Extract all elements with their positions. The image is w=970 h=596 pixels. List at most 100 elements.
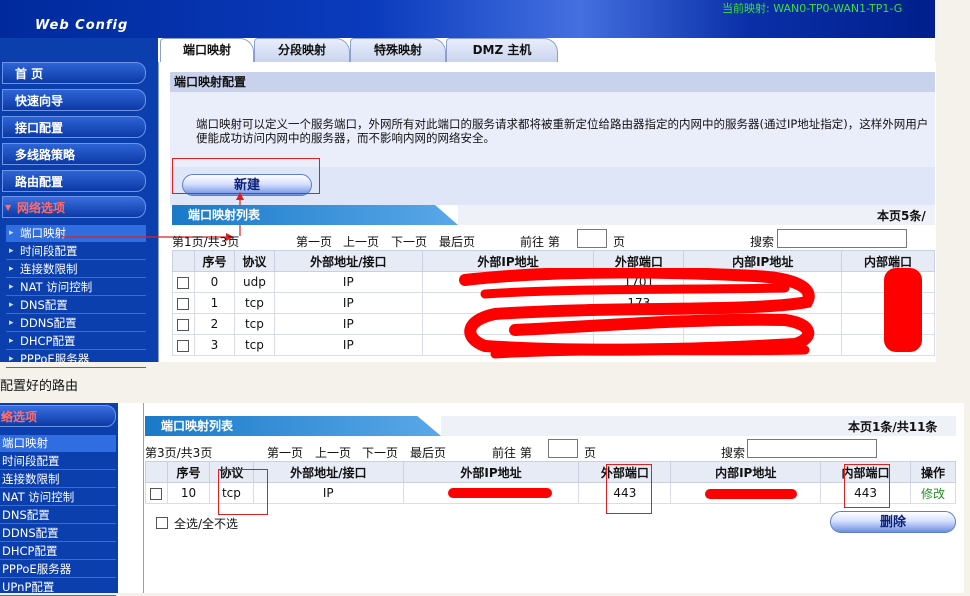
nav-routing-config[interactable]: 路由配置 — [2, 170, 146, 192]
cell-protocol: tcp — [233, 334, 275, 356]
col-number: 序号 — [193, 250, 235, 272]
row-checkbox[interactable] — [177, 297, 190, 310]
delete-button[interactable]: 删除 — [830, 511, 956, 533]
highlight-box-new — [172, 158, 320, 194]
pager-first-bottom[interactable]: 第一页 — [267, 444, 303, 461]
nav-interface-config[interactable]: 接口配置 — [2, 116, 146, 138]
subnav-nat-access[interactable]: NAT 访问控制 — [6, 279, 146, 296]
col-select — [145, 461, 168, 483]
cell-number: 2 — [193, 313, 235, 335]
tab-bar: 端口映射 分段映射 特殊映射 DMZ 主机 — [158, 38, 935, 62]
search-label: 搜索 — [750, 235, 775, 249]
cell-number: 10 — [166, 482, 210, 504]
nav-home[interactable]: 首 页 — [2, 62, 146, 84]
cell-number: 1 — [193, 292, 235, 314]
subnav-time-config-bottom[interactable]: 时间段配置 — [0, 453, 116, 470]
description-text: 端口映射可以定义一个服务端口，外网所有对此端口的服务请求都将被重新定位给路由器指… — [196, 117, 929, 145]
subnav-pppoe-bottom[interactable]: PPPoE服务器 — [0, 561, 116, 578]
subnav-dhcp[interactable]: DHCP配置 — [6, 333, 146, 350]
cell-ext-iface: IP — [273, 313, 423, 335]
nav-network-options-bottom[interactable]: 络选项 — [0, 405, 116, 428]
subnav-conn-limit-bottom[interactable]: 连接数限制 — [0, 471, 116, 488]
search-input-bottom[interactable] — [747, 439, 877, 458]
cell-protocol: tcp — [233, 313, 275, 335]
status-banner: 当前映射: WAN0-TP0-WAN1-TP1-G — [722, 2, 903, 15]
config-section-title: 端口映射配置 — [170, 72, 935, 92]
subnav-dns[interactable]: DNS配置 — [6, 297, 146, 314]
list-title-fill — [458, 205, 935, 225]
cell-number: 3 — [193, 334, 235, 356]
pager-last-bottom[interactable]: 最后页 — [410, 444, 446, 461]
select-all-label: 全选/全不选 — [174, 517, 239, 531]
pager-next[interactable]: 下一页 — [391, 233, 427, 250]
cell-ext-iface: IP — [273, 271, 423, 293]
page-number-input-bottom[interactable] — [548, 439, 578, 458]
cell-ext-iface: IP — [252, 482, 404, 504]
tab-segment-mapping[interactable]: 分段映射 — [254, 38, 350, 62]
cell-number: 0 — [193, 271, 235, 293]
arrow-head-up — [236, 192, 244, 200]
subnav-dhcp-bottom[interactable]: DHCP配置 — [0, 543, 116, 560]
pager-prev-bottom[interactable]: 上一页 — [315, 444, 351, 461]
redaction-int-ip — [705, 489, 797, 499]
search-label-bottom: 搜索 — [721, 446, 746, 460]
pager-page-unit: 页 — [613, 235, 626, 249]
cell-ext-iface: IP — [273, 334, 423, 356]
cell-protocol: udp — [233, 271, 275, 293]
pager-goto-label-bottom: 前往 第 — [492, 446, 532, 460]
col-protocol: 协议 — [233, 250, 275, 272]
redaction-scribble — [459, 268, 815, 359]
pager-last[interactable]: 最后页 — [439, 233, 475, 250]
subnav-ddns[interactable]: DDNS配置 — [6, 315, 146, 332]
page-number-input[interactable] — [577, 229, 607, 248]
cell-ext-iface: IP — [273, 292, 423, 314]
redaction-ext-ip — [448, 488, 552, 498]
col-action: 操作 — [910, 461, 956, 483]
highlight-box-int-port — [844, 464, 890, 508]
page-count: 本页5条/ — [877, 209, 926, 223]
subnav-upnp-bottom[interactable]: UPnP配置 — [0, 579, 116, 596]
col-number: 序号 — [166, 461, 210, 483]
nav-multiline-policy[interactable]: 多线路策略 — [2, 143, 146, 165]
col-ext-ip: 外部IP地址 — [402, 461, 580, 483]
page-count-bottom: 本页1条/共11条 — [848, 420, 938, 434]
cell-protocol: tcp — [233, 292, 275, 314]
pager-goto-label: 前往 第 — [520, 235, 560, 249]
subnav-dns-bottom[interactable]: DNS配置 — [0, 507, 116, 524]
redaction-block-int-port — [884, 268, 922, 352]
caption-text: 配置好的路由 — [0, 379, 79, 394]
subnav-port-mapping-bottom[interactable]: 端口映射 — [0, 435, 116, 452]
pager-next-bottom[interactable]: 下一页 — [362, 444, 398, 461]
col-int-ip: 内部IP地址 — [670, 461, 822, 483]
subnav-nat-access-bottom[interactable]: NAT 访问控制 — [0, 489, 116, 506]
row-checkbox[interactable] — [150, 487, 163, 500]
row-checkbox[interactable] — [177, 318, 190, 331]
pager-first[interactable]: 第一页 — [296, 233, 332, 250]
row-checkbox[interactable] — [177, 276, 190, 289]
highlight-box-ext-port — [606, 464, 652, 514]
subnav-conn-limit[interactable]: 连接数限制 — [6, 261, 146, 278]
subnav-pppoe[interactable]: PPPoE服务器 — [6, 351, 146, 368]
col-int-port: 内部端口 — [841, 250, 935, 272]
list-title-bar-bottom: 端口映射列表 — [145, 416, 441, 436]
tab-port-mapping[interactable]: 端口映射 — [160, 38, 254, 62]
pager-info: 第1页/共3页 — [172, 235, 240, 249]
col-ext-iface: 外部地址/接口 — [252, 461, 404, 483]
brand-logo: Web Config — [35, 18, 129, 33]
sidebar-bottom: 络选项 端口映射 时间段配置 连接数限制 NAT 访问控制 DNS配置 DDNS… — [0, 403, 118, 596]
nav-quick-wizard[interactable]: 快速向导 — [2, 89, 146, 111]
subnav-ddns-bottom[interactable]: DDNS配置 — [0, 525, 116, 542]
pager-prev[interactable]: 上一页 — [343, 233, 379, 250]
tab-special-mapping[interactable]: 特殊映射 — [350, 38, 446, 62]
pager-page-unit-bottom: 页 — [584, 446, 597, 460]
search-input[interactable] — [777, 229, 907, 248]
col-ext-iface: 外部地址/接口 — [273, 250, 423, 272]
edit-link[interactable]: 修改 — [910, 482, 956, 504]
row-checkbox[interactable] — [177, 339, 190, 352]
select-all-checkbox[interactable] — [156, 517, 168, 529]
pager-info-bottom: 第3页/共3页 — [145, 446, 213, 460]
highlight-box-protocol — [218, 469, 268, 515]
list-title-bar: 端口映射列表 — [172, 205, 458, 225]
tab-dmz-host[interactable]: DMZ 主机 — [446, 38, 558, 62]
col-select — [172, 250, 195, 272]
